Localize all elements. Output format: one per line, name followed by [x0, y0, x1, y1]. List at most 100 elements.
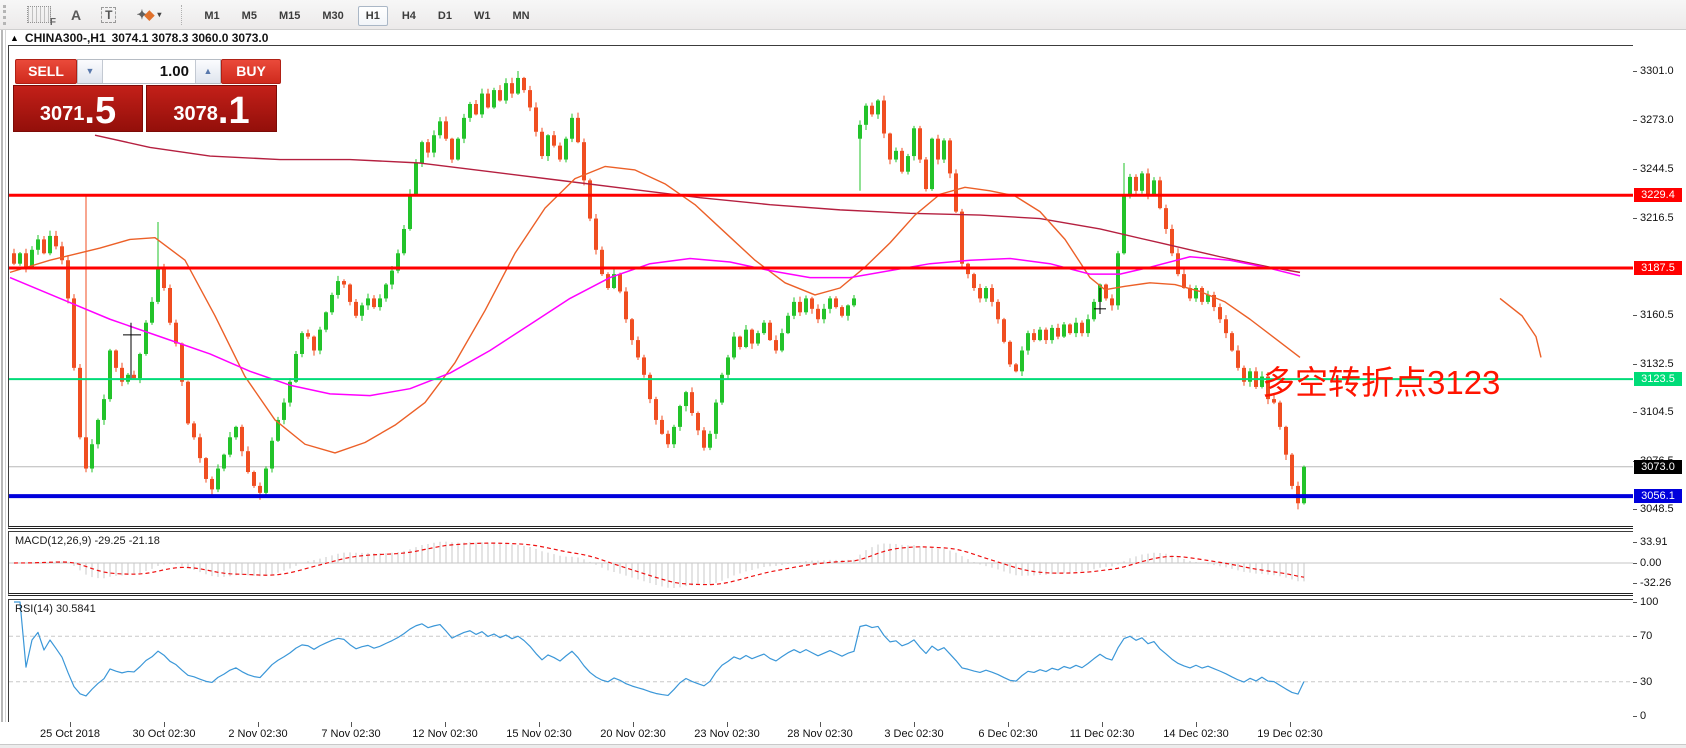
macd-tick-mark	[1633, 542, 1637, 543]
macd-tick-label: -32.26	[1640, 577, 1671, 589]
ma-long-crimson	[95, 135, 1300, 272]
time-label: 15 Nov 02:30	[506, 728, 571, 740]
price-badge-3187.5: 3187.5	[1634, 261, 1682, 275]
time-tick-mark	[820, 722, 821, 727]
price-tick-label: 3132.5	[1640, 358, 1674, 370]
price-tick-label: 3104.5	[1640, 406, 1674, 418]
window-left-border	[0, 30, 8, 744]
sell-button[interactable]: SELL	[15, 59, 77, 84]
collapse-triangle-icon[interactable]: ▲	[10, 33, 19, 43]
price-badge-3056.1: 3056.1	[1634, 489, 1682, 503]
ohlc-values: 3074.1 3078.3 3060.0 3073.0	[112, 31, 269, 45]
sell-price-display[interactable]: 3071.5	[13, 85, 143, 132]
price-tick-mark	[1633, 315, 1637, 316]
ma-slow-magenta	[10, 257, 1300, 396]
timeframe-buttons: M1 M5 M15 M30 H1 H4 D1 W1MN	[193, 6, 540, 24]
rsi-tick-mark	[1633, 602, 1637, 603]
horizontal-scrollbar[interactable]	[0, 744, 1686, 748]
macd-tick-mark	[1633, 583, 1637, 584]
candles-layer	[12, 71, 1306, 509]
price-tick-label: 3244.5	[1640, 163, 1674, 175]
price-tick-label: 3216.5	[1640, 212, 1674, 224]
time-tick-mark	[164, 722, 165, 727]
symbols-grid-icon[interactable]: F	[27, 6, 51, 23]
time-label: 28 Nov 02:30	[787, 728, 852, 740]
time-tick-mark	[1008, 722, 1009, 727]
time-label: 23 Nov 02:30	[694, 728, 759, 740]
toolbar-separator	[181, 5, 183, 25]
rsi-tick-mark	[1633, 716, 1637, 717]
volume-input[interactable]	[103, 60, 195, 83]
volume-increase-button[interactable]: ▲	[195, 60, 220, 83]
price-tick-label: 3160.5	[1640, 309, 1674, 321]
price-tick-mark	[1633, 169, 1637, 170]
price-badge-3123.5: 3123.5	[1634, 372, 1682, 386]
price-tick-mark	[1633, 412, 1637, 413]
timeframe-button-w1[interactable]: W1	[466, 6, 499, 26]
trading-platform-screen: F A T ✦◆▾ M1 M5 M15 M30 H1 H4 D1 W1MN ▲ CHINA30…	[0, 0, 1686, 748]
macd-panel[interactable]: MACD(12,26,9) -29.25 -21.18	[8, 531, 1634, 596]
timeframe-button-d1[interactable]: D1	[430, 6, 460, 26]
main-chart-panel[interactable]: 多空转折点3123 SELL ▼ ▲ BUY 3071.5 3078.1	[8, 45, 1634, 529]
volume-box: ▼ ▲	[77, 59, 221, 84]
rsi-tick-label: 100	[1640, 596, 1658, 608]
rsi-label: RSI(14) 30.5841	[15, 603, 96, 615]
price-badge-3073.0: 3073.0	[1634, 460, 1682, 474]
time-tick-mark	[1102, 722, 1103, 727]
timeframe-button-h4[interactable]: H4	[394, 6, 424, 26]
price-tick-label: 3048.5	[1640, 503, 1674, 515]
rsi-tick-mark	[1633, 636, 1637, 637]
rsi-tick-label: 70	[1640, 630, 1652, 642]
price-tick-mark	[1633, 509, 1637, 510]
rsi-tick-label: 30	[1640, 676, 1652, 688]
price-tick-label: 3273.0	[1640, 114, 1674, 126]
time-label: 20 Nov 02:30	[600, 728, 665, 740]
rsi-panel[interactable]: RSI(14) 30.5841	[8, 599, 1634, 723]
timeframe-button-h1[interactable]: H1	[358, 6, 388, 26]
objects-icon[interactable]: ✦◆▾	[136, 7, 161, 23]
toolbar-drag-handle[interactable]	[3, 5, 11, 25]
time-label: 7 Nov 02:30	[321, 728, 380, 740]
time-tick-mark	[1290, 722, 1291, 727]
rsi-chart	[9, 600, 1633, 722]
timeframe-button-m30[interactable]: M30	[314, 6, 351, 26]
buy-price-display[interactable]: 3078.1	[146, 85, 277, 132]
toolbar: F A T ✦◆▾ M1 M5 M15 M30 H1 H4 D1 W1MN	[0, 0, 1686, 30]
time-label: 11 Dec 02:30	[1070, 728, 1135, 740]
price-badge-3229.4: 3229.4	[1634, 188, 1682, 202]
time-tick-mark	[914, 722, 915, 727]
time-tick-mark	[70, 722, 71, 727]
symbol-period-label: CHINA300-,H1	[25, 31, 106, 45]
timeframe-button-m1[interactable]: M1	[196, 6, 227, 26]
time-axis[interactable]: 25 Oct 201830 Oct 02:302 Nov 02:307 Nov …	[0, 722, 1686, 744]
time-tick-mark	[258, 722, 259, 727]
price-tick-mark	[1633, 120, 1637, 121]
rsi-tick-mark	[1633, 682, 1637, 683]
macd-tick-mark	[1633, 563, 1637, 564]
macd-tick-label: 0.00	[1640, 557, 1661, 569]
chinese-annotation-text: 多空转折点3123	[1262, 356, 1500, 404]
time-label: 14 Dec 02:30	[1163, 728, 1228, 740]
macd-signal-line	[14, 543, 1304, 584]
time-tick-mark	[445, 722, 446, 727]
time-tick-mark	[633, 722, 634, 727]
time-tick-mark	[539, 722, 540, 727]
time-label: 3 Dec 02:30	[884, 728, 943, 740]
price-axis[interactable]: 3301.03273.03244.53216.53160.53132.53104…	[1633, 30, 1686, 730]
macd-chart	[9, 532, 1633, 595]
text-box-icon[interactable]: T	[101, 7, 116, 23]
buy-button[interactable]: BUY	[221, 59, 281, 84]
time-label: 25 Oct 2018	[40, 728, 100, 740]
macd-tick-label: 33.91	[1640, 536, 1668, 548]
time-label: 6 Dec 02:30	[978, 728, 1037, 740]
timeframe-button-m5[interactable]: M5	[234, 6, 265, 26]
timeframe-button-mn[interactable]: MN	[504, 6, 537, 26]
time-label: 19 Dec 02:30	[1257, 728, 1322, 740]
time-label: 30 Oct 02:30	[133, 728, 196, 740]
price-tick-mark	[1633, 364, 1637, 365]
text-label-icon[interactable]: A	[71, 7, 81, 23]
volume-decrease-button[interactable]: ▼	[78, 60, 103, 83]
timeframe-button-m15[interactable]: M15	[271, 6, 308, 26]
one-click-trading-panel: SELL ▼ ▲ BUY 3071.5 3078.1	[13, 59, 279, 133]
macd-histogram	[14, 542, 1304, 588]
